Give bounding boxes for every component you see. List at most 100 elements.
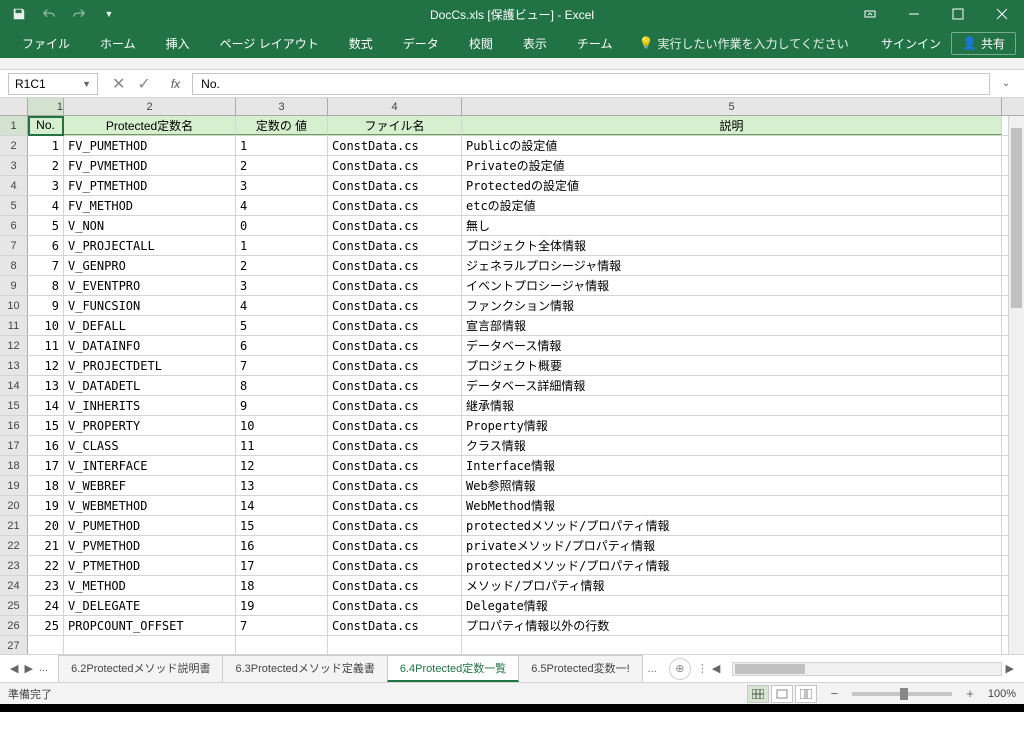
cell[interactable]: protectedメソッド/プロパティ情報 xyxy=(462,556,1002,575)
cell[interactable]: 2 xyxy=(236,156,328,175)
tab-insert[interactable]: 挿入 xyxy=(152,31,204,56)
cell[interactable] xyxy=(462,636,1002,654)
cell[interactable]: ConstData.cs xyxy=(328,356,462,375)
ribbon-options-icon[interactable] xyxy=(848,0,892,28)
cell[interactable]: 25 xyxy=(28,616,64,635)
cell[interactable]: 13 xyxy=(236,476,328,495)
zoom-knob[interactable] xyxy=(900,688,908,700)
tab-pagelayout[interactable]: ページ レイアウト xyxy=(206,31,333,56)
cell[interactable]: ConstData.cs xyxy=(328,516,462,535)
row-header[interactable]: 15 xyxy=(0,396,28,415)
fx-icon[interactable]: fx xyxy=(165,77,186,91)
cell[interactable]: 15 xyxy=(236,516,328,535)
name-box[interactable]: R1C1 ▼ xyxy=(8,73,98,95)
tab-file[interactable]: ファイル xyxy=(8,31,84,56)
cell[interactable]: 18 xyxy=(28,476,64,495)
cell[interactable]: WebMethod情報 xyxy=(462,496,1002,515)
sheet-tab[interactable]: 6.5Protected変数一! xyxy=(518,655,642,682)
row-header[interactable]: 16 xyxy=(0,416,28,435)
cell[interactable]: ConstData.cs xyxy=(328,276,462,295)
row-header[interactable]: 13 xyxy=(0,356,28,375)
cell[interactable]: V_NON xyxy=(64,216,236,235)
cell[interactable]: 8 xyxy=(236,376,328,395)
cell[interactable]: V_CLASS xyxy=(64,436,236,455)
col-header-2[interactable]: 2 xyxy=(64,98,236,115)
cell[interactable]: 6 xyxy=(28,236,64,255)
cell[interactable]: ConstData.cs xyxy=(328,496,462,515)
cell[interactable]: ConstData.cs xyxy=(328,536,462,555)
cell[interactable]: V_INHERITS xyxy=(64,396,236,415)
cell[interactable]: 7 xyxy=(28,256,64,275)
cell[interactable]: Web参照情報 xyxy=(462,476,1002,495)
hscroll-right-icon[interactable]: ▶ xyxy=(1002,662,1018,675)
enter-formula-icon[interactable]: ✓ xyxy=(137,74,150,94)
zoom-slider[interactable] xyxy=(852,692,952,696)
cell[interactable]: 6 xyxy=(236,336,328,355)
cell[interactable]: 10 xyxy=(28,316,64,335)
cell[interactable]: 宣言部情報 xyxy=(462,316,1002,335)
minimize-icon[interactable] xyxy=(892,0,936,28)
cell[interactable]: 18 xyxy=(236,576,328,595)
cell[interactable]: V_DATADETL xyxy=(64,376,236,395)
col-header-4[interactable]: 4 xyxy=(328,98,462,115)
cell[interactable]: ConstData.cs xyxy=(328,416,462,435)
cell[interactable] xyxy=(28,636,64,654)
cell[interactable]: ConstData.cs xyxy=(328,476,462,495)
save-icon[interactable] xyxy=(6,3,32,25)
row-header[interactable]: 25 xyxy=(0,596,28,615)
cell[interactable] xyxy=(328,636,462,654)
cell[interactable]: Protected定数名 xyxy=(64,116,236,135)
tab-review[interactable]: 校閲 xyxy=(455,31,507,56)
tab-formulas[interactable]: 数式 xyxy=(335,31,387,56)
cell[interactable]: V_PROJECTALL xyxy=(64,236,236,255)
share-button[interactable]: 👤 共有 xyxy=(951,32,1016,55)
cell[interactable]: 23 xyxy=(28,576,64,595)
cell[interactable]: V_FUNCSION xyxy=(64,296,236,315)
cell[interactable]: V_PROPERTY xyxy=(64,416,236,435)
sheet-tab[interactable]: 6.4Protected定数一覧 xyxy=(387,655,519,682)
qat-dropdown-icon[interactable]: ▼ xyxy=(96,3,122,25)
cell[interactable]: 1 xyxy=(236,136,328,155)
cell[interactable]: ジェネラルプロシージャ情報 xyxy=(462,256,1002,275)
cell[interactable]: 3 xyxy=(236,276,328,295)
cell[interactable]: FV_PTMETHOD xyxy=(64,176,236,195)
cell[interactable]: ConstData.cs xyxy=(328,216,462,235)
cell[interactable]: 無し xyxy=(462,216,1002,235)
cell[interactable]: V_WEBMETHOD xyxy=(64,496,236,515)
cell[interactable]: FV_PUMETHOD xyxy=(64,136,236,155)
row-header[interactable]: 9 xyxy=(0,276,28,295)
cell[interactable]: ConstData.cs xyxy=(328,616,462,635)
cell[interactable]: データベース情報 xyxy=(462,336,1002,355)
row-header[interactable]: 8 xyxy=(0,256,28,275)
row-header[interactable]: 1 xyxy=(0,116,28,135)
signin-link[interactable]: サインイン xyxy=(881,35,941,52)
cell[interactable]: privateメソッド/プロパティ情報 xyxy=(462,536,1002,555)
cell[interactable]: 2 xyxy=(236,256,328,275)
cell[interactable]: 1 xyxy=(236,236,328,255)
cell[interactable]: ConstData.cs xyxy=(328,156,462,175)
sheet-tab[interactable]: 6.3Protectedメソッド定義書 xyxy=(222,655,387,682)
cell[interactable]: イベントプロシージャ情報 xyxy=(462,276,1002,295)
tab-next-icon[interactable]: ▶ xyxy=(24,662,32,675)
cell[interactable]: ConstData.cs xyxy=(328,396,462,415)
cell[interactable]: 3 xyxy=(236,176,328,195)
cell[interactable]: ファンクション情報 xyxy=(462,296,1002,315)
maximize-icon[interactable] xyxy=(936,0,980,28)
undo-icon[interactable] xyxy=(36,3,62,25)
redo-icon[interactable] xyxy=(66,3,92,25)
col-header-5[interactable]: 5 xyxy=(462,98,1002,115)
tab-prev-icon[interactable]: ◀ xyxy=(10,662,18,675)
tab-view[interactable]: 表示 xyxy=(509,31,561,56)
tab-ellipsis[interactable]: ... xyxy=(39,662,48,675)
cell[interactable]: ConstData.cs xyxy=(328,576,462,595)
tell-me-box[interactable]: 💡 実行したい作業を入力してください xyxy=(638,35,848,52)
cell[interactable]: 4 xyxy=(236,196,328,215)
cell[interactable]: 4 xyxy=(28,196,64,215)
row-header[interactable]: 21 xyxy=(0,516,28,535)
cell[interactable]: 1 xyxy=(28,136,64,155)
row-header[interactable]: 26 xyxy=(0,616,28,635)
cell[interactable]: 定数の 値 xyxy=(236,116,328,135)
cell[interactable]: 5 xyxy=(28,216,64,235)
cell[interactable]: ConstData.cs xyxy=(328,176,462,195)
cell[interactable]: Privateの設定値 xyxy=(462,156,1002,175)
